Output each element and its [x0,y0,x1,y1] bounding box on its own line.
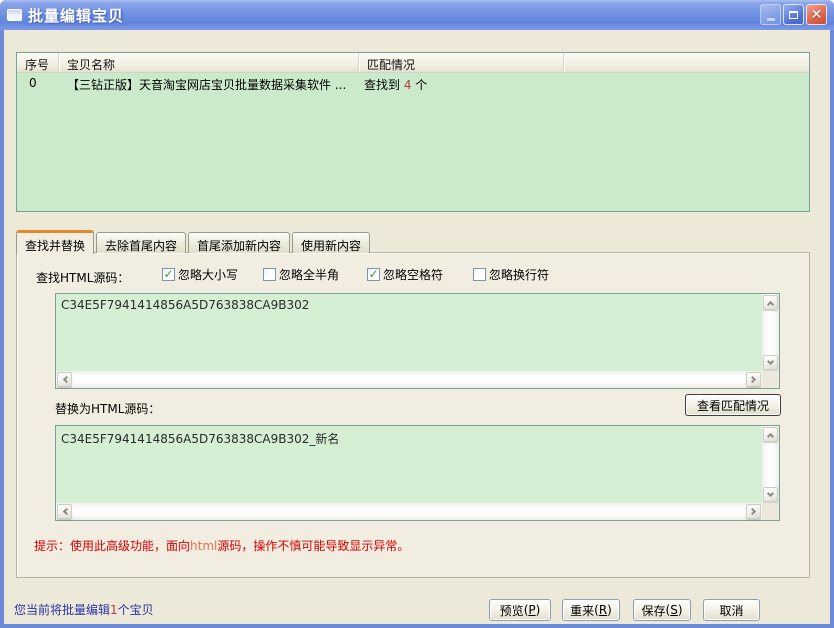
chevron-up-icon [767,432,774,439]
vertical-scrollbar[interactable] [762,426,779,503]
horizontal-scrollbar[interactable] [56,503,762,520]
checkbox-ignore-fullwidth[interactable]: ✓ 忽略全半角 [263,267,339,282]
scroll-left-button[interactable] [57,372,72,387]
find-source-value[interactable]: C34E5F7941414856A5D763838CA9B302 [61,298,757,312]
checkbox-label: 忽略空格符 [383,266,443,283]
footer-status-text: 您当前将批量编辑1个宝贝 [14,601,154,618]
tab-add-head-tail[interactable]: 首尾添加新内容 [188,232,290,253]
scroll-up-button[interactable] [763,427,778,442]
column-header-extra[interactable] [564,53,809,72]
batch-edit-dialog: 批量编辑宝贝 ✕ 序号 宝贝名称 匹配情况 0 【三钻正版】天音淘宝网店宝贝批量… [0,0,834,628]
checkbox-box[interactable]: ✓ [263,268,276,281]
checkbox-label: 忽略全半角 [279,266,339,283]
table-header: 序号 宝贝名称 匹配情况 [17,53,809,73]
scroll-down-button[interactable] [763,487,778,502]
window-title: 批量编辑宝贝 [28,5,124,26]
cell-index: 0 [17,73,59,93]
column-header-match-status[interactable]: 匹配情况 [359,53,564,72]
column-header-item-name[interactable]: 宝贝名称 [59,53,359,72]
chevron-down-icon [767,357,774,364]
checkbox-box[interactable]: ✓ [473,268,486,281]
check-icon: ✓ [368,268,378,280]
table-row[interactable]: 0 【三钻正版】天音淘宝网店宝贝批量数据采集软件 ... 查找到 4 个 [17,73,809,93]
cell-item-name: 【三钻正版】天音淘宝网店宝贝批量数据采集软件 ... [59,73,359,93]
horizontal-scrollbar[interactable] [56,371,762,388]
checkbox-box[interactable]: ✓ [162,268,175,281]
scrollbar-corner [762,371,779,388]
redo-button[interactable]: 重来(R) [562,599,620,621]
scroll-right-button[interactable] [746,372,761,387]
checkbox-label: 忽略换行符 [489,266,549,283]
find-source-textarea[interactable]: C34E5F7941414856A5D763838CA9B302 [55,293,780,389]
chevron-down-icon [767,489,774,496]
tab-remove-head-tail[interactable]: 去除首尾内容 [96,232,186,253]
checkbox-ignore-linebreaks[interactable]: ✓ 忽略换行符 [473,267,549,282]
chevron-left-icon [62,508,69,515]
checkbox-label: 忽略大小写 [178,266,238,283]
tab-find-and-replace[interactable]: 查找并替换 [16,230,94,254]
tab-use-new-content[interactable]: 使用新内容 [292,232,370,253]
minimize-icon [767,18,775,21]
preview-button[interactable]: 预览(P) [489,599,551,621]
window-icon [7,9,22,21]
scroll-right-button[interactable] [746,504,761,519]
maximize-button[interactable] [783,4,804,25]
checkbox-box[interactable]: ✓ [367,268,380,281]
vertical-scrollbar[interactable] [762,294,779,371]
cell-extra [564,73,809,93]
cancel-button[interactable]: 取消 [703,599,760,621]
scrollbar-corner [762,503,779,520]
replace-source-value[interactable]: C34E5F7941414856A5D763838CA9B302_新名 [61,430,757,447]
checkbox-ignore-case[interactable]: ✓ 忽略大小写 [162,267,238,282]
tab-bar: 查找并替换 去除首尾内容 首尾添加新内容 使用新内容 [16,231,372,253]
chevron-up-icon [767,300,774,307]
check-icon: ✓ [163,268,173,280]
column-header-index[interactable]: 序号 [17,53,59,72]
hint-html-word: html [190,539,217,553]
chevron-left-icon [62,376,69,383]
scroll-up-button[interactable] [763,295,778,310]
close-button[interactable]: ✕ [806,4,827,25]
maximize-icon [789,11,798,19]
edit-count: 1 [110,603,118,617]
replace-html-label: 替换为HTML源码： [55,400,160,417]
warning-hint: 提示：使用此高级功能，面向html源码，操作不慎可能导致显示异常。 [34,537,409,554]
chevron-right-icon [748,508,755,515]
cell-match-status: 查找到 4 个 [359,73,564,93]
minimize-button[interactable] [760,4,781,25]
close-icon: ✕ [811,8,823,22]
scroll-down-button[interactable] [763,355,778,370]
checkbox-ignore-spaces[interactable]: ✓ 忽略空格符 [367,267,443,282]
window-controls: ✕ [760,4,827,25]
scroll-left-button[interactable] [57,504,72,519]
title-bar[interactable]: 批量编辑宝贝 ✕ [0,0,834,30]
chevron-right-icon [748,376,755,383]
view-match-button[interactable]: 查看匹配情况 [685,394,781,416]
save-button[interactable]: 保存(S) [633,599,691,621]
items-table: 序号 宝贝名称 匹配情况 0 【三钻正版】天音淘宝网店宝贝批量数据采集软件 ..… [16,52,810,212]
replace-source-textarea[interactable]: C34E5F7941414856A5D763838CA9B302_新名 [55,425,780,521]
find-html-label: 查找HTML源码： [36,269,129,286]
